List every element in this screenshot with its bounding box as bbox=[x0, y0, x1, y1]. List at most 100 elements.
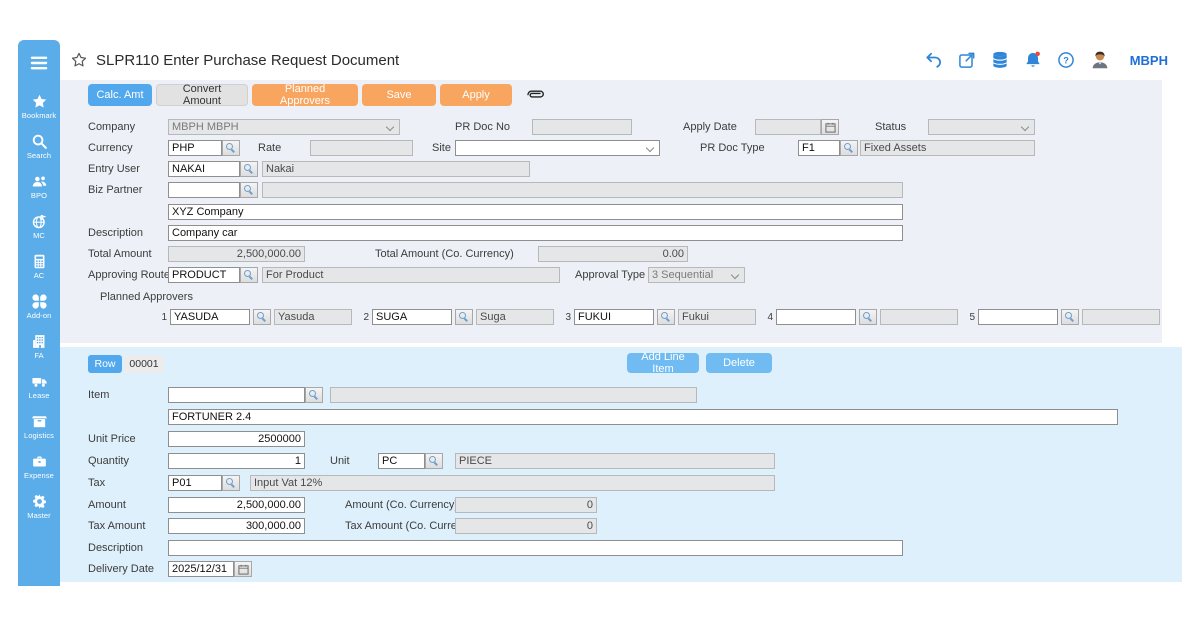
approval-type-select[interactable]: 3 Sequential bbox=[648, 267, 745, 283]
approving-route-label: Approving Route bbox=[88, 267, 170, 283]
tax-lookup-button[interactable] bbox=[222, 475, 240, 491]
item-lookup-button[interactable] bbox=[305, 387, 323, 403]
sidebar-item-bookmark[interactable]: Bookmark bbox=[18, 86, 60, 126]
calc-amt-button[interactable]: Calc. Amt bbox=[88, 84, 152, 106]
approver-4-name-field bbox=[880, 309, 958, 325]
delivery-date-calendar-button[interactable] bbox=[234, 561, 252, 577]
avatar[interactable] bbox=[1089, 49, 1111, 71]
amount-input[interactable] bbox=[168, 497, 305, 513]
sidebar-item-bpo[interactable]: BPO bbox=[18, 166, 60, 206]
row-button[interactable]: Row bbox=[88, 355, 122, 373]
approver-5-input[interactable] bbox=[978, 309, 1058, 325]
biz-partner-lookup-button[interactable] bbox=[240, 182, 258, 198]
favorite-star-icon[interactable] bbox=[70, 51, 88, 69]
page-title: SLPR110 Enter Purchase Request Document bbox=[96, 52, 399, 69]
quantity-input[interactable] bbox=[168, 453, 305, 469]
save-button[interactable]: Save bbox=[362, 84, 436, 106]
unit-price-input[interactable] bbox=[168, 431, 305, 447]
search-icon bbox=[244, 185, 254, 195]
delivery-date-input[interactable] bbox=[168, 561, 234, 577]
item-description-input[interactable] bbox=[168, 409, 1118, 425]
pr-doc-type-label: PR Doc Type bbox=[700, 140, 765, 156]
planned-approvers-button[interactable]: Planned Approvers bbox=[252, 84, 358, 106]
entry-user-label: Entry User bbox=[88, 161, 140, 177]
item-label: Item bbox=[88, 387, 109, 403]
currency-lookup-button[interactable] bbox=[222, 140, 240, 156]
sidebar-item-master[interactable]: Master bbox=[18, 486, 60, 526]
search-icon bbox=[257, 312, 267, 322]
sidebar-item-lease[interactable]: Lease bbox=[18, 366, 60, 406]
open-in-new-icon[interactable] bbox=[957, 50, 977, 70]
sidebar-item-fa[interactable]: FA bbox=[18, 326, 60, 366]
amount-co-field: 0 bbox=[455, 497, 597, 513]
attachment-paperclip-icon[interactable] bbox=[522, 88, 546, 101]
add-line-item-button[interactable]: Add Line Item bbox=[627, 353, 699, 373]
sidebar-item-addon[interactable]: Add-on bbox=[18, 286, 60, 326]
approver-4-input[interactable] bbox=[776, 309, 856, 325]
approver-5-lookup-button[interactable] bbox=[1061, 309, 1079, 325]
line-description-input[interactable] bbox=[168, 540, 903, 556]
site-select[interactable] bbox=[455, 140, 660, 156]
search-icon bbox=[661, 312, 671, 322]
pr-doc-type-lookup-button[interactable] bbox=[840, 140, 858, 156]
sidebar-item-expense[interactable]: Expense bbox=[18, 446, 60, 486]
biz-partner-name2-input[interactable] bbox=[168, 204, 903, 220]
convert-amount-button[interactable]: Convert Amount bbox=[156, 84, 248, 106]
item-name-field bbox=[330, 387, 697, 403]
search-icon bbox=[844, 143, 854, 153]
approver-2-input[interactable] bbox=[372, 309, 452, 325]
approving-route-lookup-button[interactable] bbox=[240, 267, 258, 283]
currency-input[interactable] bbox=[168, 140, 222, 156]
description-input[interactable] bbox=[168, 225, 903, 241]
company-select[interactable]: MBPH MBPH bbox=[168, 119, 400, 135]
approver-group-4: 4 bbox=[766, 309, 958, 325]
sidebar-item-mc[interactable]: MC bbox=[18, 206, 60, 246]
approver-1-input[interactable] bbox=[170, 309, 250, 325]
sidebar-item-logistics[interactable]: Logistics bbox=[18, 406, 60, 446]
biz-partner-input[interactable] bbox=[168, 182, 240, 198]
status-label: Status bbox=[875, 119, 906, 135]
approver-3-name-field: Fukui bbox=[678, 309, 756, 325]
line-description-label: Description bbox=[88, 540, 143, 556]
tax-input[interactable] bbox=[168, 475, 222, 491]
sidebar-item-search[interactable]: Search bbox=[18, 126, 60, 166]
approver-1-lookup-button[interactable] bbox=[253, 309, 271, 325]
approving-route-input[interactable] bbox=[168, 267, 240, 283]
pr-doc-type-input[interactable] bbox=[798, 140, 840, 156]
delete-button[interactable]: Delete bbox=[706, 353, 772, 373]
approver-4-lookup-button[interactable] bbox=[859, 309, 877, 325]
approver-group-5: 5 bbox=[968, 309, 1160, 325]
apply-button[interactable]: Apply bbox=[440, 84, 512, 106]
pr-doc-type-name-field: Fixed Assets bbox=[860, 140, 1035, 156]
unit-lookup-button[interactable] bbox=[425, 453, 443, 469]
approver-3-lookup-button[interactable] bbox=[657, 309, 675, 325]
sidebar-item-label: Bookmark bbox=[22, 111, 57, 120]
building-icon bbox=[30, 333, 49, 350]
approver-1-name-field: Yasuda bbox=[274, 309, 352, 325]
help-icon[interactable]: ? bbox=[1056, 50, 1076, 70]
user-code: MBPH bbox=[1130, 53, 1168, 68]
chevron-down-icon bbox=[731, 271, 739, 279]
calendar-icon bbox=[825, 122, 836, 133]
item-input[interactable] bbox=[168, 387, 305, 403]
entry-user-lookup-button[interactable] bbox=[240, 161, 258, 177]
search-icon bbox=[429, 456, 439, 466]
menu-button[interactable] bbox=[22, 48, 56, 78]
description-label: Description bbox=[88, 225, 143, 241]
tax-amount-input[interactable] bbox=[168, 518, 305, 534]
pr-doc-no-label: PR Doc No bbox=[455, 119, 510, 135]
apply-date-label: Apply Date bbox=[683, 119, 737, 135]
undo-icon[interactable] bbox=[924, 50, 944, 70]
approver-3-input[interactable] bbox=[574, 309, 654, 325]
approver-2-lookup-button[interactable] bbox=[455, 309, 473, 325]
unit-input[interactable] bbox=[378, 453, 425, 469]
sidebar-item-label: Master bbox=[27, 511, 51, 520]
database-icon[interactable] bbox=[990, 50, 1010, 70]
apply-date-calendar-button[interactable] bbox=[821, 119, 839, 135]
upper-form-section: Calc. Amt Convert Amount Planned Approve… bbox=[60, 80, 1162, 343]
entry-user-input[interactable] bbox=[168, 161, 240, 177]
status-select[interactable] bbox=[928, 119, 1035, 135]
sidebar-item-label: Logistics bbox=[24, 431, 54, 440]
notifications-icon[interactable] bbox=[1023, 50, 1043, 70]
sidebar-item-ac[interactable]: AC bbox=[18, 246, 60, 286]
